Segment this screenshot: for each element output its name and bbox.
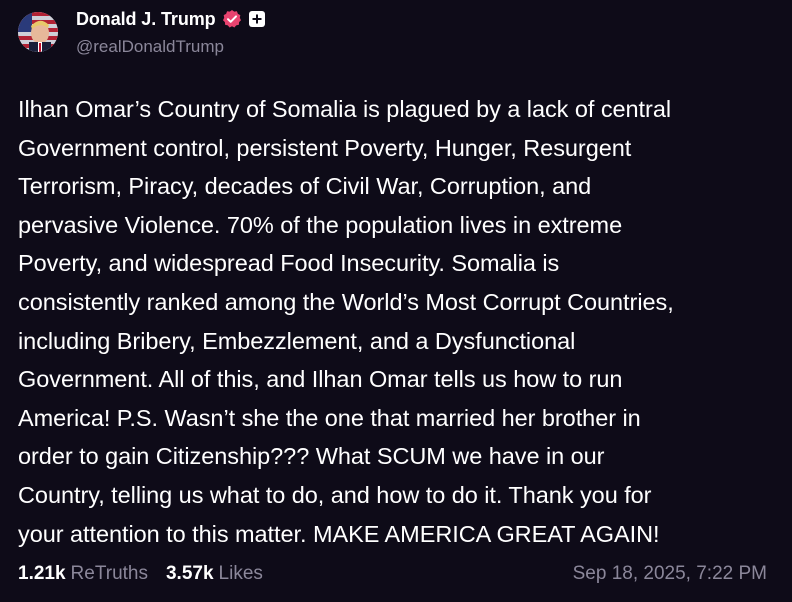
post-footer: 1.21k ReTruths 3.57k Likes Sep 18, 2025,… [18,558,767,590]
post-card: Donald J. Trump @realDonaldTrump Ilhan O… [0,0,792,602]
avatar[interactable] [18,12,58,52]
verified-badge-icon [222,9,242,29]
plus-icon[interactable] [248,10,266,28]
likes-stat[interactable]: 3.57k Likes [166,563,263,585]
author-handle[interactable]: @realDonaldTrump [76,37,266,57]
name-row: Donald J. Trump [76,8,266,30]
retruths-count: 1.21k [18,563,66,584]
post-timestamp[interactable]: Sep 18, 2025, 7:22 PM [573,563,767,585]
author-display-name[interactable]: Donald J. Trump [76,9,216,30]
retruths-stat[interactable]: 1.21k ReTruths [18,563,148,585]
likes-label: Likes [218,563,263,584]
author-info: Donald J. Trump @realDonaldTrump [76,8,266,57]
post-text: Ilhan Omar’s Country of Somalia is plagu… [18,96,674,547]
post-header: Donald J. Trump @realDonaldTrump [18,8,266,57]
avatar-image [18,12,58,52]
likes-count: 3.57k [165,563,214,584]
retruths-label: ReTruths [70,563,148,584]
